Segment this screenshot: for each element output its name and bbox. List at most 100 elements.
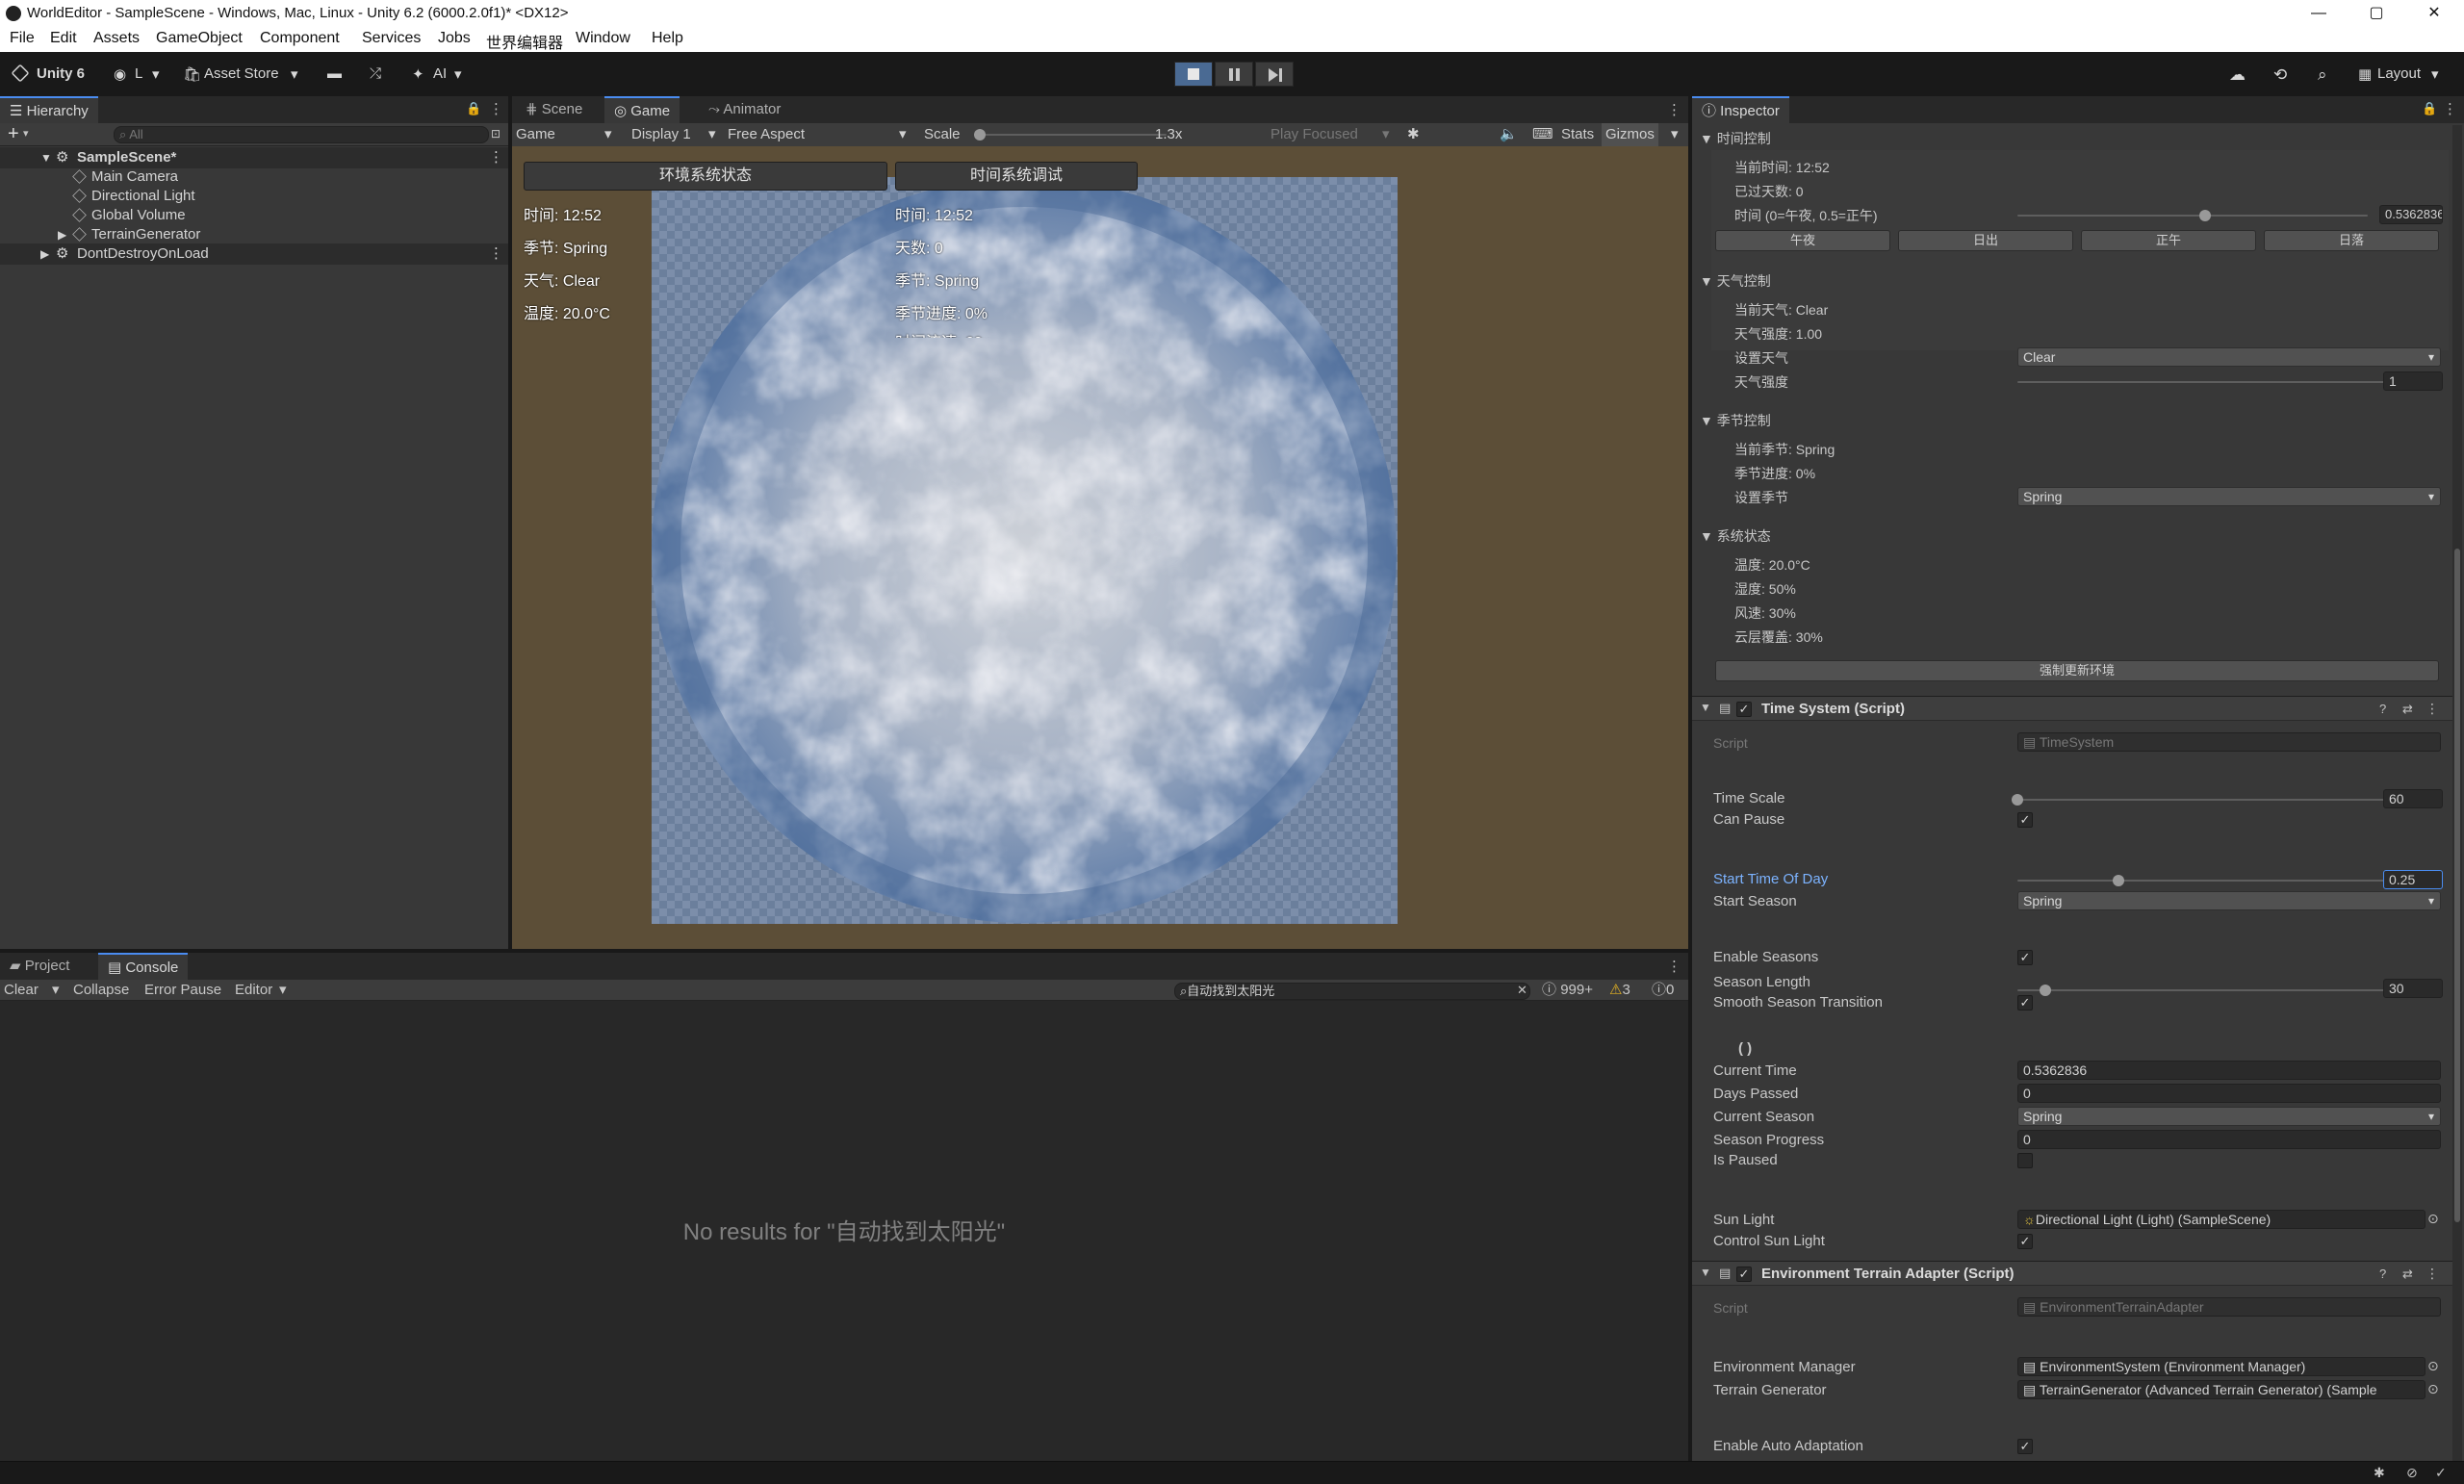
scene-menu-icon[interactable]: ⋮ xyxy=(489,244,503,264)
season-ctrl-foldout[interactable]: ▼ 季节控制 xyxy=(1700,411,1771,430)
sun-light-field[interactable]: ☼Directional Light (Light) (SampleScene) xyxy=(2017,1210,2426,1229)
control-sun-checkbox[interactable]: ✓ xyxy=(2017,1234,2033,1249)
kebab-menu-icon[interactable]: ⋮ xyxy=(2443,100,2457,117)
object-picker-icon[interactable]: ⊙ xyxy=(2427,1358,2439,1374)
search-icon[interactable]: ⌕ xyxy=(2318,65,2327,85)
smooth-transition-checkbox[interactable]: ✓ xyxy=(2017,995,2033,1011)
scale-slider-knob[interactable] xyxy=(974,129,986,141)
close-button[interactable]: ✕ xyxy=(2406,0,2462,27)
debug-mode-icon[interactable]: ✱ xyxy=(2374,1465,2385,1481)
time-debug-button[interactable]: 时间系统调试 xyxy=(895,162,1138,191)
editor-dropdown[interactable]: Editor xyxy=(235,980,272,1001)
is-paused-checkbox[interactable] xyxy=(2017,1153,2033,1168)
start-season-dropdown[interactable]: Spring xyxy=(2017,891,2441,910)
weather-ctrl-foldout[interactable]: ▼ 天气控制 xyxy=(1700,271,1771,291)
keyboard-icon[interactable]: ⌨ xyxy=(1532,123,1553,146)
expand-arrow-icon[interactable]: ▼ xyxy=(1700,1266,1711,1279)
menu-file[interactable]: File xyxy=(10,30,35,47)
auto-adaptation-checkbox[interactable]: ✓ xyxy=(2017,1439,2033,1454)
set-season-dropdown[interactable]: Spring xyxy=(2017,487,2441,506)
sunrise-button[interactable]: 日出 xyxy=(1898,230,2073,251)
step-button[interactable] xyxy=(1255,62,1294,87)
terrain-generator-field[interactable]: ▤ TerrainGenerator (Advanced Terrain Gen… xyxy=(2017,1380,2426,1399)
tab-scene[interactable]: ⋕ Scene xyxy=(516,96,592,123)
display-dropdown[interactable]: Display 1 xyxy=(631,123,691,146)
tab-project[interactable]: ▰ Project xyxy=(0,953,79,980)
hierarchy-item[interactable]: Global Volume xyxy=(72,206,186,225)
menu-component[interactable]: Component xyxy=(260,30,340,47)
help-icon[interactable]: ? xyxy=(2379,702,2386,716)
time-scale-field[interactable]: 60 xyxy=(2383,789,2443,808)
env-adapter-enabled-checkbox[interactable]: ✓ xyxy=(1736,1267,1752,1282)
kebab-menu-icon[interactable]: ⋮ xyxy=(1667,101,1681,118)
error-count-toggle[interactable]: ⓘ0 xyxy=(1652,980,1674,1001)
tab-console[interactable]: ▤ Console xyxy=(98,953,189,980)
chevron-down-icon[interactable]: ▾ xyxy=(52,980,60,1001)
pause-button[interactable] xyxy=(1215,62,1253,87)
enable-seasons-checkbox[interactable]: ✓ xyxy=(2017,950,2033,965)
can-pause-checkbox[interactable]: ✓ xyxy=(2017,812,2033,828)
season-length-slider[interactable] xyxy=(2017,985,2422,996)
game-mode-dropdown[interactable]: Game xyxy=(516,123,555,146)
time-value-field[interactable]: 0.5362836 xyxy=(2379,205,2443,224)
menu-assets[interactable]: Assets xyxy=(93,30,140,47)
bug-icon[interactable]: ✱ xyxy=(1407,123,1420,146)
ai-button[interactable]: AI xyxy=(433,65,447,82)
collapse-toggle[interactable]: Collapse xyxy=(73,980,129,1001)
start-time-of-day-knob[interactable] xyxy=(2113,875,2124,886)
season-progress-field[interactable]: 0 xyxy=(2017,1130,2441,1149)
warning-count-toggle[interactable]: ⚠3 xyxy=(1609,980,1630,1001)
add-icon[interactable]: + xyxy=(8,123,19,145)
env-manager-field[interactable]: ▤ EnvironmentSystem (Environment Manager… xyxy=(2017,1357,2426,1376)
time-slider[interactable] xyxy=(2017,210,2368,221)
error-pause-toggle[interactable]: Error Pause xyxy=(144,980,221,1001)
menu-services[interactable]: Services xyxy=(362,30,421,47)
lock-icon[interactable]: 🔒 xyxy=(466,101,481,116)
layout-dropdown[interactable]: Layout xyxy=(2377,65,2421,82)
tab-game[interactable]: ◎ Game xyxy=(604,96,680,123)
sunset-button[interactable]: 日落 xyxy=(2264,230,2439,251)
menu-window[interactable]: Window xyxy=(576,30,630,47)
asset-store-button[interactable]: Asset Store xyxy=(204,65,279,82)
play-button[interactable] xyxy=(1174,62,1213,87)
console-search-input[interactable]: ⌕自动找到太阳光 xyxy=(1174,983,1530,1000)
menu-world-editor[interactable]: 世界编辑器 xyxy=(486,30,563,53)
expand-arrow-icon[interactable]: ▶ xyxy=(58,225,66,244)
expand-arrow-icon[interactable]: ▼ xyxy=(40,148,52,167)
history-icon[interactable]: ⟲ xyxy=(2273,65,2287,85)
audio-icon[interactable]: 🔈 xyxy=(1500,123,1518,146)
start-time-of-day-field[interactable]: 0.25 xyxy=(2383,870,2443,889)
scene-menu-icon[interactable]: ⋮ xyxy=(489,148,503,167)
play-focused-dropdown[interactable]: Play Focused xyxy=(1270,123,1358,146)
scale-slider[interactable] xyxy=(974,129,1167,141)
menu-jobs[interactable]: Jobs xyxy=(438,30,471,47)
preset-icon[interactable]: ⇄ xyxy=(2402,1267,2413,1282)
game-viewport[interactable]: 环境系统状态 时间系统调试 时间: 12:52 季节: Spring 天气: C… xyxy=(512,146,1688,949)
time-ctrl-foldout[interactable]: ▼ 时间控制 xyxy=(1700,129,1771,148)
clear-search-icon[interactable]: ✕ xyxy=(1517,983,1527,998)
hierarchy-item[interactable]: Directional Light xyxy=(72,187,195,206)
gizmos-button[interactable]: Gizmos xyxy=(1602,123,1658,146)
hierarchy-item[interactable]: TerrainGenerator xyxy=(72,225,200,244)
scene-filter-icon[interactable]: ⊡ xyxy=(491,127,500,141)
weather-intensity-field[interactable]: 1 xyxy=(2383,371,2443,391)
hierarchy-search-input[interactable]: ⌕ All xyxy=(114,126,489,143)
kebab-menu-icon[interactable]: ⋮ xyxy=(1667,958,1681,975)
info-count-toggle[interactable]: ⓘ 999+ xyxy=(1542,980,1593,1001)
expand-arrow-icon[interactable]: ▼ xyxy=(1700,701,1711,714)
kebab-menu-icon[interactable]: ⋮ xyxy=(2426,701,2439,717)
menu-gameobject[interactable]: GameObject xyxy=(156,30,243,47)
weather-intensity-slider[interactable] xyxy=(2017,376,2427,388)
time-system-enabled-checkbox[interactable]: ✓ xyxy=(1736,702,1752,717)
clear-button[interactable]: Clear xyxy=(4,980,38,1001)
maximize-button[interactable]: ▢ xyxy=(2348,0,2404,27)
days-passed-field[interactable]: 0 xyxy=(2017,1084,2441,1103)
set-weather-dropdown[interactable]: Clear xyxy=(2017,347,2441,367)
package-icon[interactable]: ▬ xyxy=(327,65,342,82)
tab-hierarchy[interactable]: ☰ Hierarchy xyxy=(0,96,98,123)
inspector-scrollbar[interactable] xyxy=(2452,125,2462,1461)
tab-animator[interactable]: ⤳ Animator xyxy=(699,96,790,123)
stats-button[interactable]: Stats xyxy=(1561,123,1594,146)
time-slider-knob[interactable] xyxy=(2199,210,2212,221)
start-time-of-day-slider[interactable] xyxy=(2017,875,2422,886)
